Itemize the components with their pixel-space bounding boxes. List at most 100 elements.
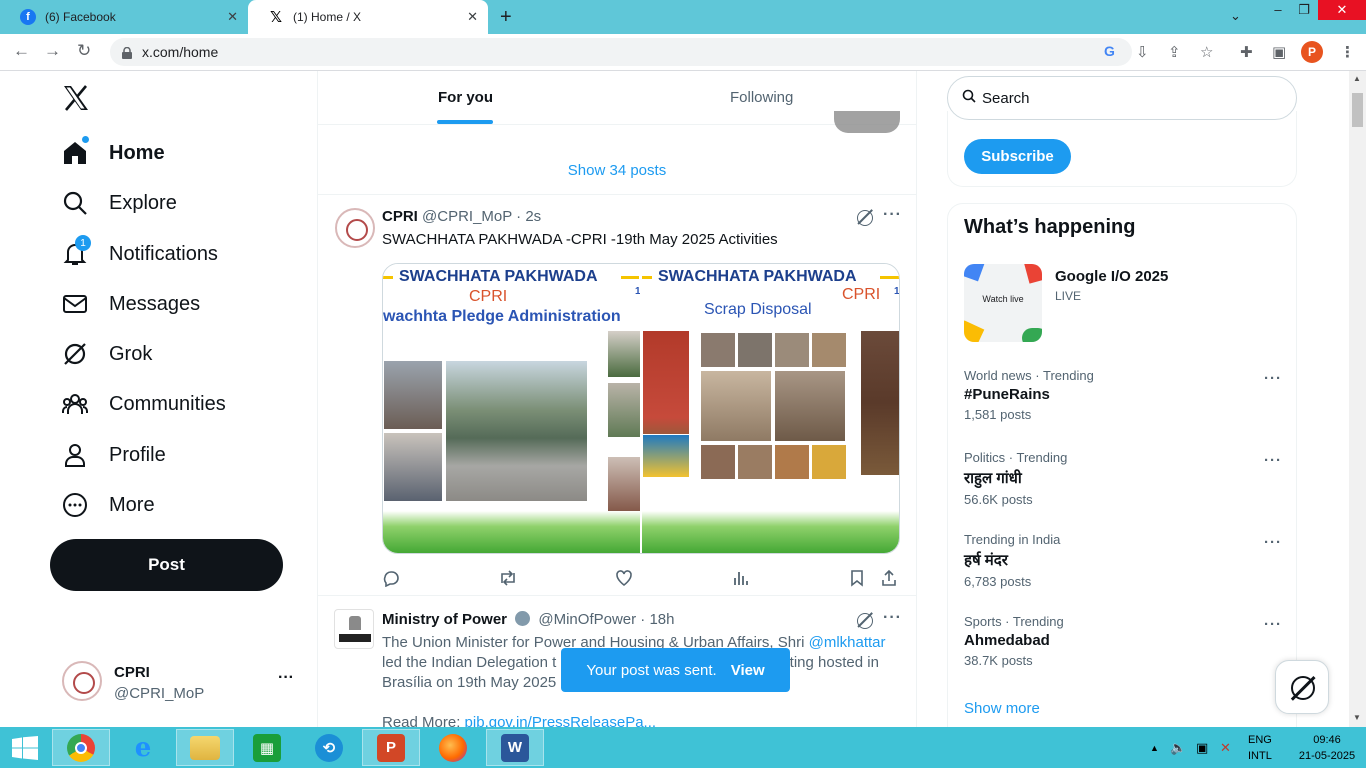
mention-link[interactable]: @mlkhattar [809, 634, 886, 651]
more-options-icon[interactable]: ··· [1264, 616, 1282, 633]
lang-top: ENG [1248, 734, 1272, 746]
ie-icon: e [134, 732, 152, 763]
grok-icon [1291, 676, 1315, 700]
author-name[interactable]: Ministry of Power [382, 611, 507, 628]
event-thumbnail[interactable]: Watch live [964, 264, 1042, 342]
trend-meta: World news · Trending [964, 368, 1094, 383]
trend-item[interactable]: Trending in India हर्ष मंदर 6,783 posts … [964, 532, 1282, 589]
tab-following[interactable]: Following [730, 89, 793, 106]
trend-item[interactable]: Politics · Trending राहुल गांधी 56.6K po… [964, 450, 1282, 507]
scroll-thumb[interactable] [1352, 93, 1363, 127]
share-icon[interactable]: ⇪ [1168, 43, 1181, 61]
post-button[interactable]: Post [50, 539, 283, 591]
press-release-link[interactable]: pib.gov.in/PressReleasePa... [465, 714, 657, 727]
taskbar-chrome[interactable] [52, 729, 110, 766]
volume-icon[interactable]: 🔈 [1170, 740, 1186, 756]
forward-icon[interactable]: → [44, 41, 61, 61]
share-icon[interactable] [880, 569, 898, 592]
trend-item[interactable]: World news · Trending #PuneRains 1,581 p… [964, 368, 1282, 422]
more-options-icon[interactable]: ··· [1264, 452, 1282, 469]
close-tab-icon[interactable]: ✕ [467, 9, 478, 25]
nav-more[interactable]: More [62, 485, 155, 525]
decor-line [642, 276, 652, 279]
new-tab-button[interactable]: + [500, 6, 512, 29]
taskbar-app[interactable]: ⟲ [300, 729, 358, 766]
account-switcher[interactable]: CPRI @CPRI_MoP ··· [62, 661, 302, 705]
back-icon[interactable]: ← [13, 41, 30, 61]
bookmark-icon[interactable] [849, 569, 865, 592]
more-options-icon[interactable]: ··· [1264, 534, 1282, 551]
grok-explain-icon[interactable] [857, 210, 873, 226]
toast-view-link[interactable]: View [731, 662, 765, 679]
like-icon[interactable] [615, 569, 633, 592]
tab-x-home[interactable]: 𝕏 (1) Home / X ✕ [248, 0, 488, 34]
event-title[interactable]: Google I/O 2025 [1055, 268, 1168, 285]
scroll-up-icon[interactable]: ▲ [1353, 74, 1361, 83]
trend-count: 6,783 posts [964, 574, 1032, 589]
tab-for-you[interactable]: For you [438, 89, 493, 106]
show-hidden-icons[interactable]: ▲ [1150, 743, 1159, 753]
taskbar-firefox[interactable] [424, 729, 482, 766]
more-options-icon[interactable]: ··· [1264, 370, 1282, 387]
network-icon[interactable]: ▣ [1196, 740, 1208, 756]
nav-notifications[interactable]: 1 Notifications [62, 234, 218, 274]
taskbar-internet-explorer[interactable]: e [114, 729, 172, 766]
account-menu-icon[interactable]: ··· [278, 669, 294, 687]
language-indicator[interactable]: ENG INTL [1248, 732, 1272, 764]
extensions-icon[interactable]: ✚ [1240, 43, 1253, 61]
browser-menu-icon[interactable]: ⋮ [1340, 43, 1355, 61]
show-more-link[interactable]: Show more [964, 700, 1040, 717]
repost-icon[interactable] [498, 569, 518, 592]
nav-label: Communities [109, 392, 226, 415]
taskbar-file-explorer[interactable] [176, 729, 234, 766]
nav-grok[interactable]: Grok [62, 334, 152, 374]
start-button[interactable] [0, 729, 50, 766]
x-logo-icon[interactable] [62, 85, 90, 119]
tweet[interactable]: CPRI @CPRI_MoP · 2s ··· SWACHHATA PAKHWA… [318, 196, 916, 596]
show-new-posts-button[interactable]: Show 34 posts [318, 147, 916, 195]
taskbar-store[interactable]: ▦ [238, 729, 296, 766]
subscribe-button[interactable]: Subscribe [964, 139, 1071, 174]
trend-item[interactable]: Sports · Trending Ahmedabad 38.7K posts … [964, 614, 1282, 668]
reload-icon[interactable]: ↻ [77, 41, 91, 61]
browser-profile-avatar[interactable]: P [1301, 41, 1323, 63]
taskbar-word[interactable]: W [486, 729, 544, 766]
reply-icon[interactable] [382, 569, 400, 592]
avatar[interactable] [335, 208, 375, 248]
page-scrollbar[interactable]: ▲ ▼ [1349, 71, 1366, 727]
scroll-down-icon[interactable]: ▼ [1353, 713, 1361, 722]
nav-messages[interactable]: Messages [62, 284, 200, 324]
nav-communities[interactable]: Communities [62, 384, 226, 424]
more-options-icon[interactable]: ··· [883, 609, 902, 627]
tweet-text-line: eeting hosted in [773, 654, 879, 671]
minimize-button[interactable]: – [1270, 2, 1286, 24]
system-clock[interactable]: 09:46 21-05-2025 [1296, 732, 1358, 764]
install-icon[interactable]: ⇩ [1136, 43, 1149, 61]
more-options-icon[interactable]: ··· [883, 206, 902, 224]
tab-search-icon[interactable]: ⌄ [1230, 8, 1241, 30]
event-image-text: Watch live [982, 294, 1024, 304]
close-tab-icon[interactable]: ✕ [227, 9, 238, 25]
author-name[interactable]: CPRI [382, 208, 418, 225]
bookmark-star-icon[interactable]: ☆ [1200, 43, 1213, 61]
tweet-image[interactable]: SWACHHATA PAKHWADA CPRI wachhta Pledge A… [382, 263, 900, 554]
taskbar-powerpoint[interactable]: P [362, 729, 420, 766]
grok-floating-button[interactable] [1275, 660, 1329, 714]
image-caption: wachhta Pledge Administration [383, 308, 621, 325]
grok-explain-icon[interactable] [857, 613, 873, 629]
address-bar[interactable]: x.com/home [110, 38, 1132, 66]
browser-toolbar: ← → ↻ x.com/home G ⇩ ⇪ ☆ ✚ ▣ P ⋮ [0, 34, 1366, 71]
side-panel-icon[interactable]: ▣ [1272, 43, 1286, 61]
search-input[interactable]: Search [947, 76, 1297, 120]
avatar[interactable] [334, 609, 374, 649]
maximize-button[interactable]: ❐ [1296, 2, 1312, 24]
tab-facebook[interactable]: f (6) Facebook ✕ [0, 0, 248, 34]
nav-profile[interactable]: Profile [62, 435, 166, 475]
nav-home[interactable]: Home [62, 133, 165, 173]
notification-status-icon[interactable]: ✕ [1220, 740, 1231, 756]
close-window-button[interactable]: ✕ [1318, 0, 1366, 20]
views-icon[interactable] [732, 569, 750, 592]
image-title: SWACHHATA PAKHWADA [399, 268, 598, 285]
google-icon[interactable]: G [1104, 43, 1115, 59]
nav-explore[interactable]: Explore [62, 183, 177, 223]
